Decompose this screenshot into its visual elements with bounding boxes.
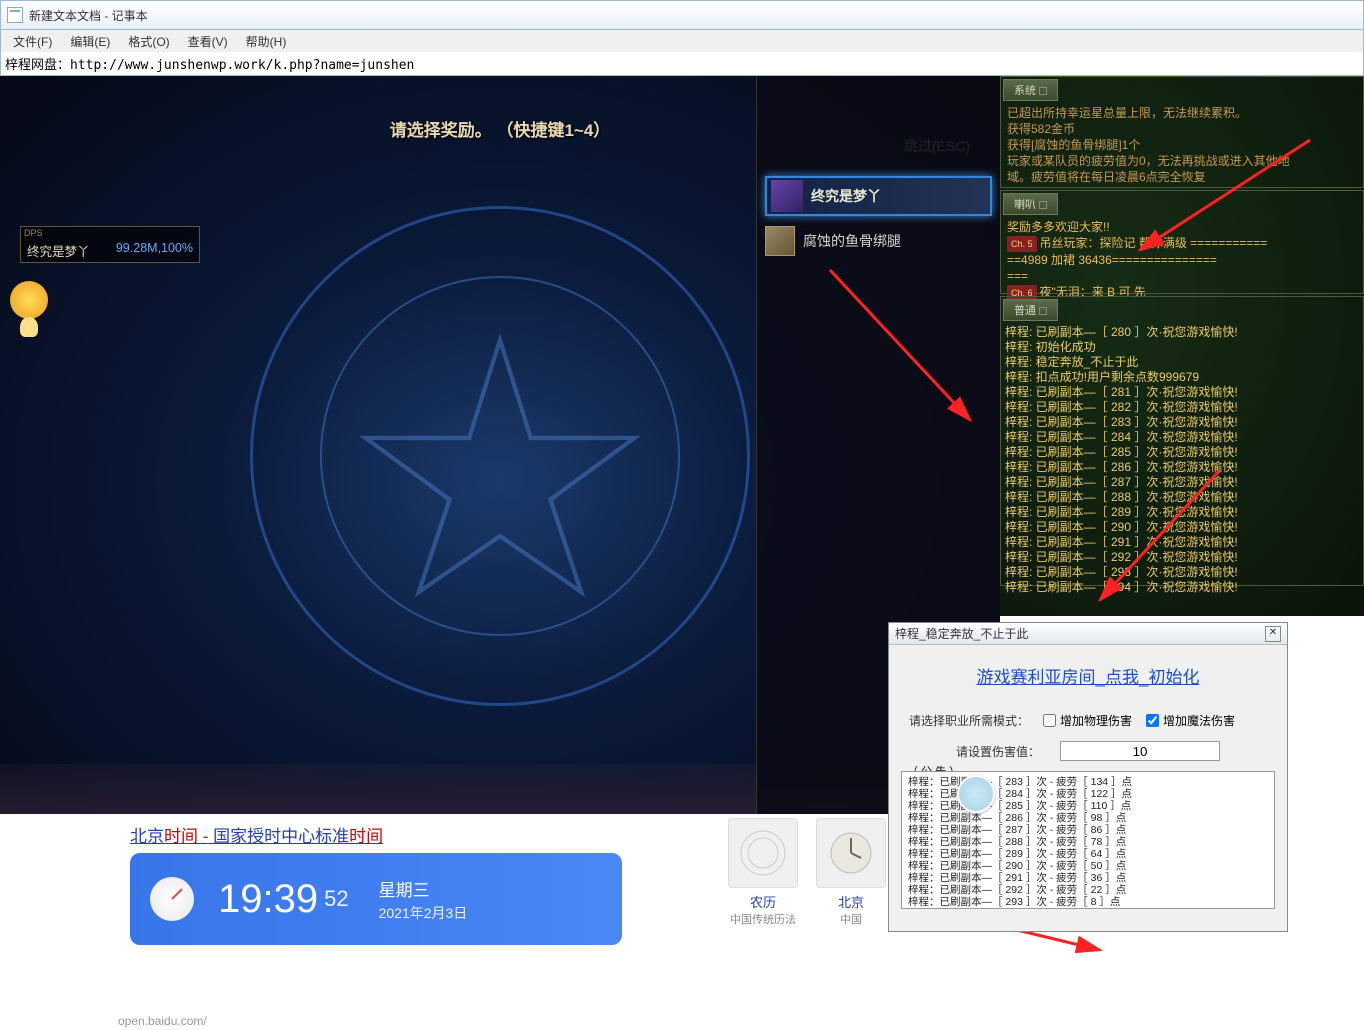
player-card[interactable]: 终究是梦丫 [765,176,992,216]
tool-avatar-icon [957,775,995,813]
player-name: 终究是梦丫 [811,186,881,206]
notepad-titlebar[interactable]: 新建文本文档 - 记事本 [0,0,1364,30]
system-panel: 系统 已超出所持幸运星总量上限，无法继续累积。获得582金币获得[腐蚀的鱼骨绑腿… [1000,76,1364,188]
clock-date: 2021年2月3日 [379,903,468,923]
horn-tab[interactable]: 喇叭 [1003,193,1058,215]
dps-meter: DPS 终究是梦丫 99.28M,100% [20,226,200,263]
clock-card: 19:39 52 星期三 2021年2月3日 [130,853,622,945]
clock-icon [150,877,194,921]
card-beijing[interactable]: 北京 中国 [816,818,886,927]
bot-tool-window[interactable]: 梓程_稳定奔放_不止于此 ✕ 游戏赛利亚房间_点我_初始化 请选择职业所需模式：… [888,622,1288,932]
mode-label: 请选择职业所需模式： [909,712,1029,729]
dps-header: DPS [21,227,199,239]
menu-format[interactable]: 格式(O) [120,31,177,52]
notepad-menubar: 文件(F) 编辑(E) 格式(O) 查看(V) 帮助(H) [0,30,1364,52]
notepad-content[interactable]: 梓程网盘：http://www.junshenwp.work/k.php?nam… [0,52,1364,76]
physical-checkbox[interactable]: 增加物理伤害 [1043,712,1132,729]
notepad-window: 新建文本文档 - 记事本 文件(F) 编辑(E) 格式(O) 查看(V) 帮助(… [0,0,1364,76]
notepad-title: 新建文本文档 - 记事本 [29,7,148,24]
lunar-icon [728,818,798,888]
tool-log: 梓程：已刷副本—［ 283 ］次 - 疲劳［ 134 ］点梓程：已刷副本—［ 2… [901,771,1275,909]
result-url: open.baidu.com/ [118,1014,207,1028]
dps-value: 99.28M,100% [116,241,193,260]
clock-time: 19:39 [218,877,318,922]
system-tab[interactable]: 系统 [1003,79,1058,101]
pentagram [360,326,640,606]
menu-view[interactable]: 查看(V) [180,31,236,52]
item-icon [765,226,795,256]
clock-weekday: 星期三 [379,876,468,901]
init-link[interactable]: 游戏赛利亚房间_点我_初始化 [889,645,1287,706]
menu-edit[interactable]: 编辑(E) [62,31,118,52]
notepad-icon [7,7,23,23]
dps-player: 终究是梦丫 [27,241,90,260]
magic-checkbox[interactable]: 增加魔法伤害 [1146,712,1235,729]
related-cards: 农历 中国传统历法 北京 中国 [728,818,886,927]
log-tab[interactable]: 普通 [1003,299,1058,321]
log-panel: 普通 梓程: 已刷副本—［ 280 ］次·祝您游戏愉快!梓程: 初始化成功梓程:… [1000,296,1364,586]
card-lunar[interactable]: 农历 中国传统历法 [728,818,798,927]
tool-title-text: 梓程_稳定奔放_不止于此 [895,625,1028,642]
player-avatar [771,180,803,212]
clock-seconds: 52 [324,886,348,912]
tool-titlebar[interactable]: 梓程_稳定奔放_不止于此 ✕ [889,623,1287,645]
item-name: 腐蚀的鱼骨绑腿 [803,231,901,251]
close-button[interactable]: ✕ [1265,626,1281,642]
damage-label: 请设置伤害值： [956,743,1040,760]
chat-sidebar: 系统 已超出所持幸运星总量上限，无法继续累积。获得582金币获得[腐蚀的鱼骨绑腿… [1000,76,1364,616]
menu-help[interactable]: 帮助(H) [238,31,295,52]
menu-file[interactable]: 文件(F) [5,31,60,52]
horn-panel: 喇叭 奖励多多欢迎大家!!Ch. 5吊丝玩家：探险记 帮你满级 ========… [1000,190,1364,294]
mascot-icon [10,281,48,319]
reward-item[interactable]: 腐蚀的鱼骨绑腿 [765,226,992,256]
damage-input[interactable] [1060,741,1220,761]
beijing-icon [816,818,886,888]
